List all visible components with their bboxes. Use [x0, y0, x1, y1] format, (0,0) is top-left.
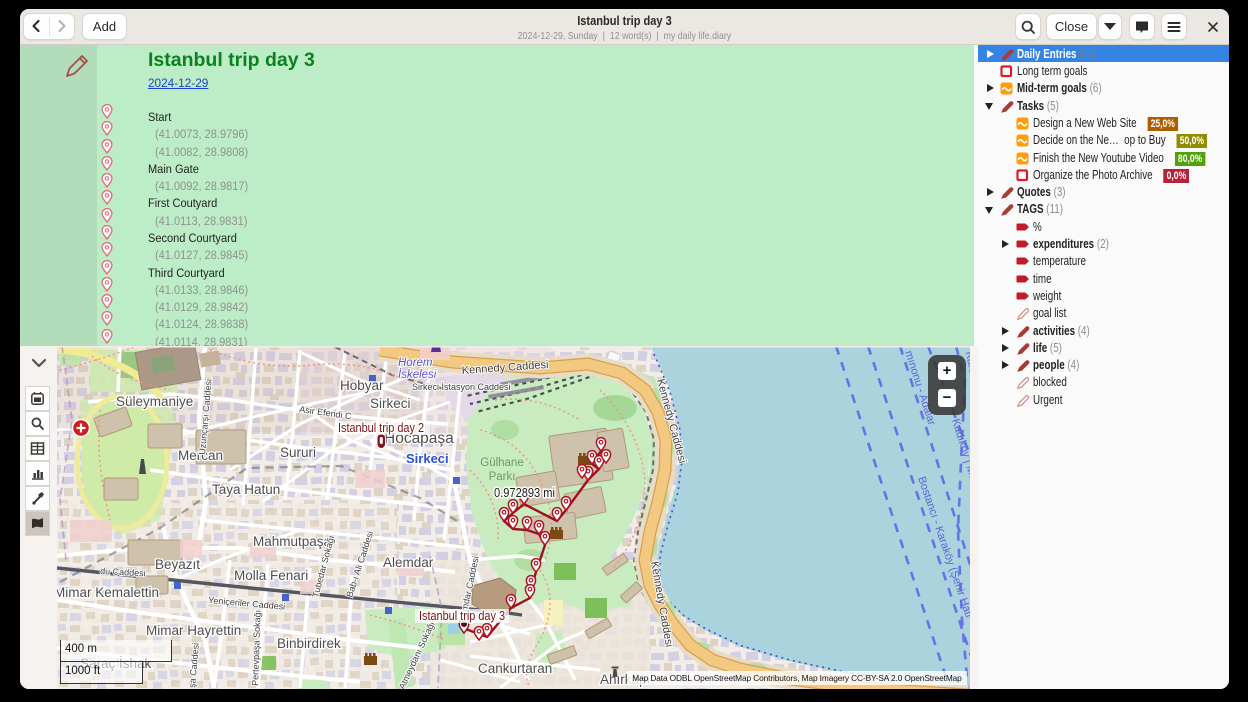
svg-text:Binbirdirek: Binbirdirek	[277, 636, 341, 651]
svg-text:Hobyar: Hobyar	[340, 378, 384, 393]
svg-text:Sururi: Sururi	[280, 445, 316, 460]
svg-text:Mimar Kemalettin: Mimar Kemalettin	[57, 585, 159, 600]
svg-text:Parkı: Parkı	[489, 471, 516, 483]
svg-text:0.972893 mi: 0.972893 mi	[494, 486, 555, 500]
svg-text:Cankurtaran: Cankurtaran	[478, 661, 552, 676]
svg-text:Sirkeci: Sirkeci	[406, 451, 449, 466]
svg-text:Horem: Horem	[398, 357, 433, 369]
svg-text:Alemdar: Alemdar	[383, 555, 434, 570]
svg-text:Istanbul trip day 3: Istanbul trip day 3	[419, 609, 505, 623]
svg-text:Süleymaniye: Süleymaniye	[116, 394, 193, 409]
svg-text:Gülhane: Gülhane	[480, 457, 523, 469]
svg-text:Molla Fenari: Molla Fenari	[234, 568, 308, 583]
svg-text:Mimar Hayrettin: Mimar Hayrettin	[146, 623, 241, 638]
svg-text:Mahmutpaşa: Mahmutpaşa	[253, 534, 332, 549]
svg-text:Sirkeci İstasyon Caddesi: Sirkeci İstasyon Caddesi	[412, 382, 511, 392]
svg-text:Taya Hatun: Taya Hatun	[212, 482, 280, 497]
svg-text:Istanbul trip day 2: Istanbul trip day 2	[338, 421, 424, 435]
svg-text:Sirkeci: Sirkeci	[370, 396, 411, 411]
svg-text:İskelesi: İskelesi	[398, 369, 437, 381]
svg-text:Beyazıt: Beyazıt	[155, 557, 200, 572]
